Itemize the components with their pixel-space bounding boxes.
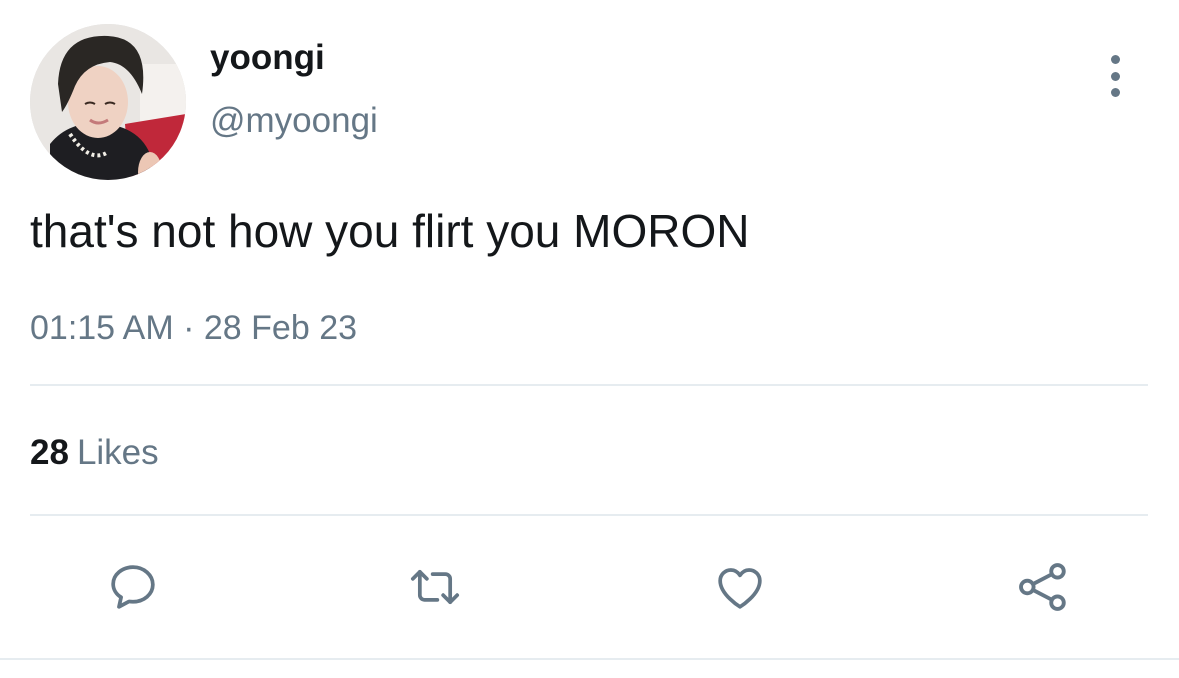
divider xyxy=(30,514,1148,516)
tweet-text: that's not how you flirt you MORON xyxy=(30,205,750,257)
heart-icon xyxy=(718,568,762,609)
retweet-button[interactable] xyxy=(405,558,465,616)
avatar-photo xyxy=(30,24,186,180)
retweet-icon xyxy=(410,569,460,605)
like-button[interactable] xyxy=(710,558,770,616)
tweet-time: 01:15 AM xyxy=(30,309,174,347)
tweet-date: 28 Feb 23 xyxy=(203,309,358,347)
share-button[interactable] xyxy=(1013,558,1073,616)
more-dot xyxy=(1110,88,1120,97)
avatar[interactable] xyxy=(30,24,186,180)
more-options-icon[interactable] xyxy=(1096,55,1134,97)
more-dot xyxy=(1110,55,1120,64)
likes-label: Likes xyxy=(76,433,159,472)
tweet-timestamp: 01:15 AM · 28 Feb 23 xyxy=(30,311,357,345)
user-handle[interactable]: @myoongi xyxy=(210,103,378,138)
likes-count: 28 xyxy=(30,433,69,472)
divider xyxy=(30,384,1148,386)
meta-separator: · xyxy=(183,309,195,347)
likes-summary[interactable]: 28 Likes xyxy=(30,435,159,470)
speech-bubble-icon xyxy=(111,565,155,609)
more-dot xyxy=(1110,71,1120,81)
reply-button[interactable] xyxy=(103,558,163,616)
display-name[interactable]: yoongi xyxy=(210,40,325,75)
share-icon xyxy=(1019,563,1066,611)
divider xyxy=(0,658,1179,660)
